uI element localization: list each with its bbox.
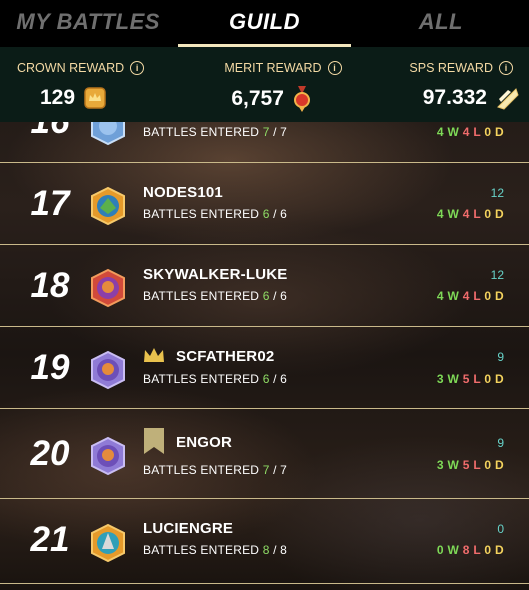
draws: 0 D (484, 372, 504, 386)
avatar (91, 350, 125, 390)
losses: 5 L (462, 372, 481, 386)
battles-entered-count: 6 (262, 289, 270, 303)
draws: 0 D (484, 125, 504, 139)
win-loss-draw: 0 W 8 L 0 D (437, 543, 504, 557)
rating-value: 12 (490, 268, 504, 282)
player-name[interactable]: SKYWALKER-LUKE (143, 266, 287, 283)
table-row[interactable]: 17 NODES101 BATTLES ENTERED 6 / 6 12 4 W… (0, 162, 529, 245)
table-row[interactable]: 20 ENGOR BATTLES ENTERED 7 / 7 9 3 W 5 L… (0, 408, 529, 499)
rank-number: 21 (30, 520, 70, 559)
wins: 4 W (436, 125, 460, 139)
rewards-header: CROWN REWARD i 129 MERIT REWARD i 6,757 (0, 47, 529, 122)
battles-entered-count: 7 (262, 463, 270, 477)
battles-entered: BATTLES ENTERED 6 / 6 (143, 207, 288, 221)
battles-entered-label: BATTLES ENTERED (143, 543, 260, 557)
battles-total-count: 7 (280, 125, 288, 139)
wins: 0 W (436, 543, 460, 557)
win-loss-draw: 3 W 5 L 0 D (437, 372, 504, 386)
crown-reward: CROWN REWARD i 129 (0, 47, 176, 122)
battles-entered-label: BATTLES ENTERED (143, 289, 260, 303)
rating-value: 9 (497, 350, 504, 364)
draws: 0 D (484, 289, 504, 303)
banner-icon (144, 428, 164, 454)
avatar (91, 436, 125, 476)
tab-bar: MY BATTLES GUILD ALL (0, 0, 529, 48)
wins: 4 W (436, 207, 460, 221)
merit-medal-icon (293, 86, 310, 112)
merit-reward-value: 6,757 (231, 87, 284, 110)
rating-value: 12 (490, 186, 504, 200)
battles-entered: BATTLES ENTERED 7 / 7 (143, 125, 288, 139)
crown-reward-label: CROWN REWARD (17, 61, 125, 75)
wins: 3 W (436, 458, 460, 472)
battles-entered: BATTLES ENTERED 6 / 6 (143, 372, 288, 386)
win-loss-draw: 3 W 5 L 0 D (437, 458, 504, 472)
avatar (91, 186, 125, 226)
battles-entered: BATTLES ENTERED 6 / 6 (143, 289, 288, 303)
tab-all[interactable]: ALL (353, 0, 529, 47)
losses: 8 L (462, 543, 481, 557)
draws: 0 D (484, 458, 504, 472)
player-name[interactable]: ENGOR (176, 434, 232, 451)
battles-entered-count: 8 (262, 543, 270, 557)
draws: 0 D (484, 207, 504, 221)
battles-entered-count: 7 (262, 125, 270, 139)
player-name[interactable]: LUCIENGRE (143, 520, 233, 537)
battles-entered-label: BATTLES ENTERED (143, 372, 260, 386)
wins: 4 W (436, 289, 460, 303)
battles-entered: BATTLES ENTERED 8 / 8 (143, 543, 288, 557)
avatar (91, 268, 125, 308)
battles-entered-count: 6 (262, 207, 270, 221)
sps-reward: SPS REWARD i 97.332 (353, 47, 529, 122)
rating-value: 9 (497, 436, 504, 450)
sps-reward-value: 97.332 (422, 86, 487, 109)
rank-number: 18 (30, 266, 70, 305)
sps-token-icon (497, 88, 519, 110)
avatar (91, 523, 125, 563)
merit-reward-label: MERIT REWARD (224, 61, 322, 75)
losses: 4 L (462, 289, 481, 303)
info-icon[interactable]: i (327, 61, 342, 75)
battles-entered-label: BATTLES ENTERED (143, 463, 260, 477)
battles-total-count: 8 (280, 543, 288, 557)
info-icon[interactable]: i (498, 61, 513, 75)
rating-value: 0 (497, 522, 504, 536)
battles-entered-label: BATTLES ENTERED (143, 125, 260, 139)
gold-crown-icon (144, 348, 164, 362)
losses: 5 L (462, 458, 481, 472)
win-loss-draw: 4 W 4 L 0 D (437, 207, 504, 221)
battles-total-count: 6 (280, 289, 288, 303)
battles-entered-label: BATTLES ENTERED (143, 207, 260, 221)
table-row[interactable]: 18 SKYWALKER-LUKE BATTLES ENTERED 6 / 6 … (0, 244, 529, 327)
sps-reward-label: SPS REWARD (409, 61, 493, 75)
rank-number: 20 (30, 434, 70, 473)
crown-token-icon (84, 87, 106, 109)
wins: 3 W (436, 372, 460, 386)
rank-number: 19 (30, 348, 70, 387)
win-loss-draw: 4 W 4 L 0 D (437, 125, 504, 139)
battles-entered-count: 6 (262, 372, 270, 386)
battles-total-count: 6 (280, 207, 288, 221)
battles-entered: BATTLES ENTERED 7 / 7 (143, 463, 288, 477)
battles-total-count: 6 (280, 372, 288, 386)
battles-total-count: 7 (280, 463, 288, 477)
table-row[interactable]: 19 SCFATHER02 BATTLES ENTERED 6 / 6 9 3 … (0, 326, 529, 409)
player-name[interactable]: NODES101 (143, 184, 223, 201)
crown-reward-value: 129 (40, 86, 76, 109)
player-name[interactable]: SCFATHER02 (176, 348, 274, 365)
table-row[interactable]: 21 LUCIENGRE BATTLES ENTERED 8 / 8 0 0 W… (0, 498, 529, 584)
draws: 0 D (484, 543, 504, 557)
rank-number: 17 (30, 184, 70, 223)
losses: 4 L (462, 125, 481, 139)
merit-reward: MERIT REWARD i 6,757 (176, 47, 352, 122)
tab-my-battles[interactable]: MY BATTLES (0, 0, 176, 47)
losses: 4 L (462, 207, 481, 221)
info-icon[interactable]: i (130, 61, 145, 75)
tab-guild[interactable]: GUILD (176, 0, 352, 48)
win-loss-draw: 4 W 4 L 0 D (437, 289, 504, 303)
